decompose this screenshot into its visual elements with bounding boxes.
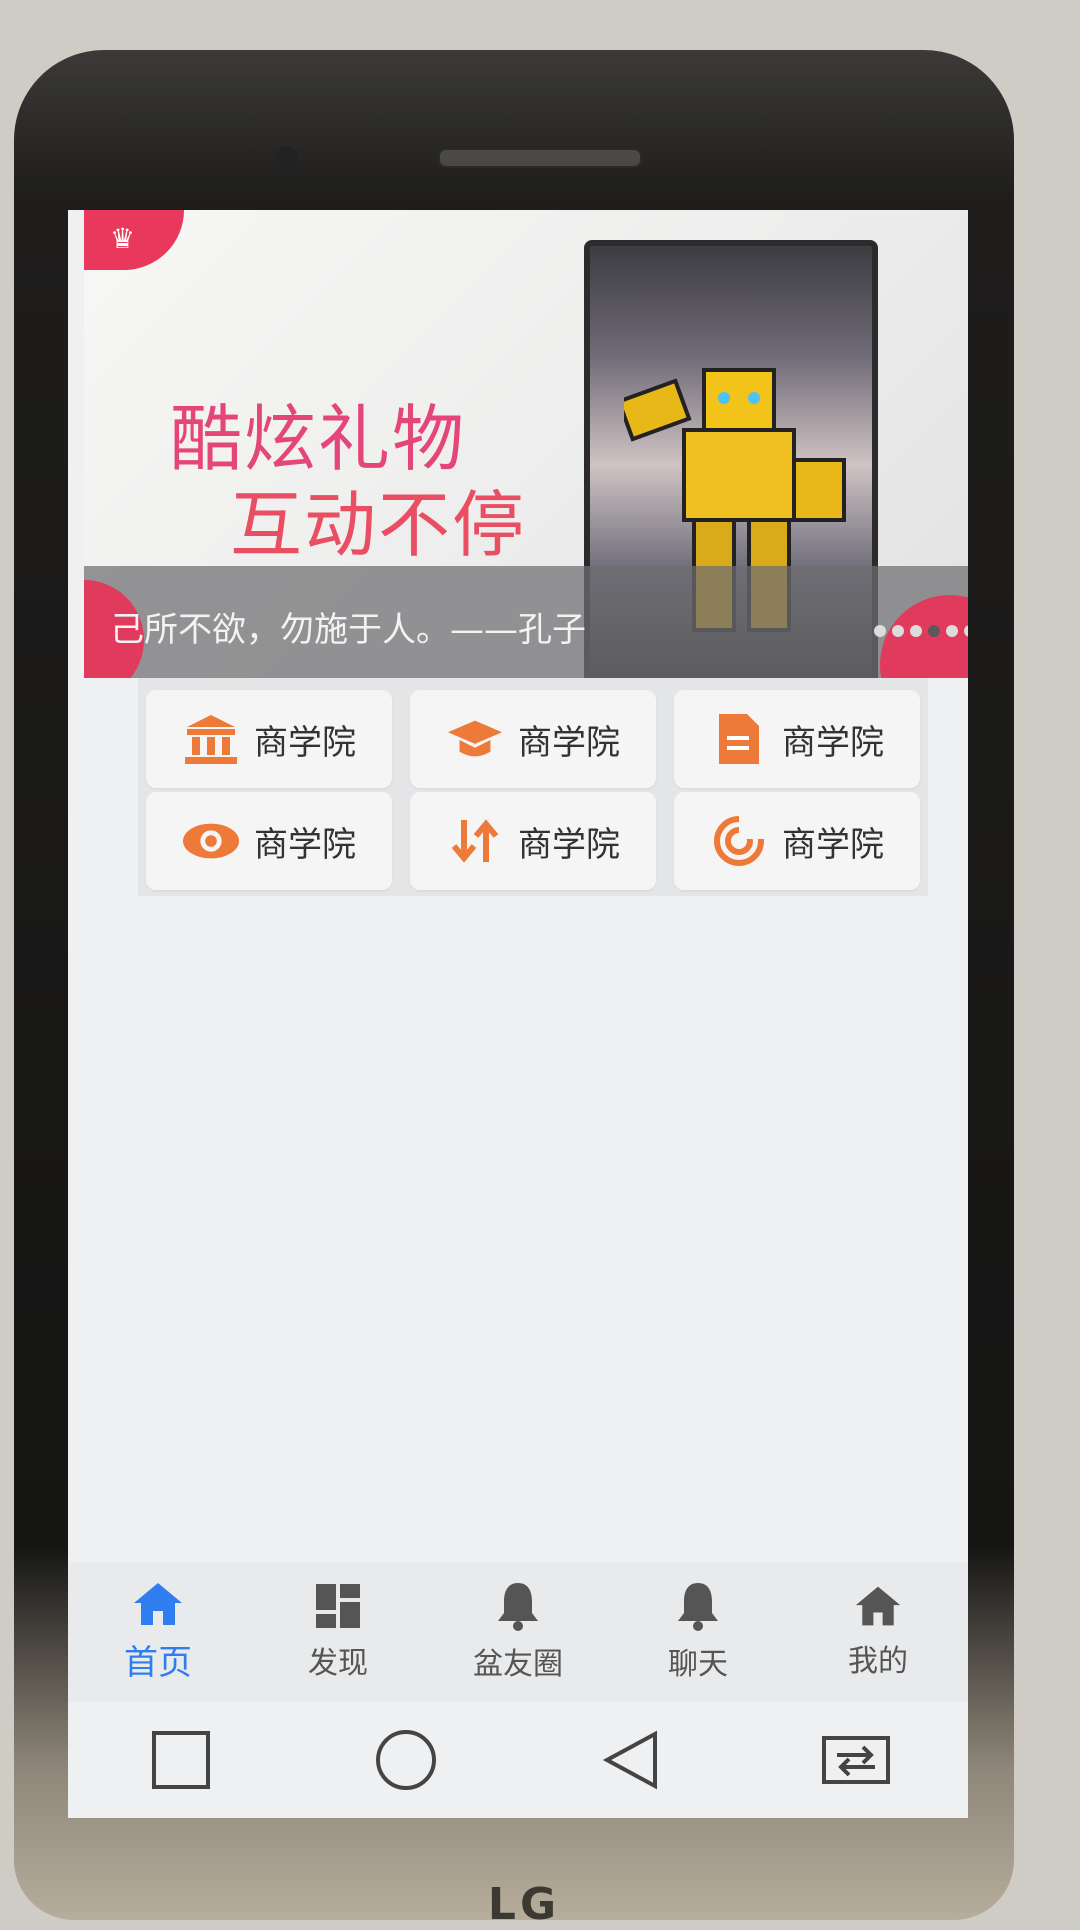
home-icon [855,1586,901,1626]
back-button[interactable] [591,1720,671,1800]
tab-label: 发现 [308,1646,368,1681]
bell-icon [498,1583,538,1631]
grid-item-label: 商学院 [254,824,356,865]
carousel-dot[interactable] [964,625,968,637]
grid-item-label: 商学院 [518,824,620,865]
grid-item-label: 商学院 [782,824,884,865]
carousel-dot[interactable] [874,625,886,637]
tab-discover[interactable]: 发现 [263,1572,413,1692]
app-screen: ♛ 酷炫礼物 互动不停 己所不欲，勿施于人。——孔子 商学院 商学院 商学院 商… [68,210,968,1818]
tab-mine[interactable]: 我的 [803,1572,953,1692]
back-triangle-icon [602,1730,657,1790]
tab-label: 盆友圈 [473,1647,563,1682]
front-camera [276,146,298,168]
tab-friends-circle[interactable]: 盆友圈 [443,1572,593,1692]
device-logo: LG [487,1879,561,1930]
crown-badge: ♛ [84,210,184,270]
document-icon [710,710,768,768]
carousel-dot-active[interactable] [928,625,940,637]
carousel-dot[interactable] [892,625,904,637]
system-navigation-bar [68,1702,968,1818]
grid-item-business-school-6[interactable]: 商学院 [674,792,920,890]
carousel-dot[interactable] [910,625,922,637]
grid-item-label: 商学院 [518,722,620,763]
dual-window-button[interactable] [816,1720,896,1800]
grid-item-label: 商学院 [782,722,884,763]
crown-icon: ♛ [110,222,136,255]
home-icon [134,1582,182,1625]
grid-item-business-school-1[interactable]: 商学院 [146,690,392,788]
tab-label: 聊天 [668,1647,728,1682]
banner-headline-line2: 互动不停 [230,483,527,567]
carousel-dot[interactable] [946,625,958,637]
recents-button[interactable] [141,1720,221,1800]
target-swirl-icon [710,812,768,870]
dual-window-icon [821,1736,890,1784]
grid-item-business-school-4[interactable]: 商学院 [146,792,392,890]
feature-grid: 商学院 商学院 商学院 商学院 商学院 商学院 [138,678,928,896]
grid-item-business-school-2[interactable]: 商学院 [410,690,656,788]
earpiece-speaker [438,148,642,168]
graduation-cap-icon [446,710,504,768]
home-button[interactable] [366,1720,446,1800]
banner-carousel[interactable]: ♛ 酷炫礼物 互动不停 己所不欲，勿施于人。——孔子 [84,210,968,678]
bank-icon [182,710,240,768]
phone-frame: LG ♛ 酷炫礼物 互动不停 己所不欲，勿施于人。——孔子 商学院 商学院 商学… [14,50,1014,1930]
recents-square-icon [151,1731,210,1789]
tab-label: 首页 [124,1642,192,1683]
eye-icon [182,812,240,870]
bell-icon [678,1583,718,1631]
tab-label: 我的 [848,1644,908,1679]
dashboard-icon [316,1584,360,1628]
grid-item-business-school-3[interactable]: 商学院 [674,690,920,788]
tab-home[interactable]: 首页 [83,1572,233,1692]
grid-item-label: 商学院 [254,722,356,763]
bottom-tab-bar: 首页 发现 盆友圈 聊天 我的 [68,1562,968,1702]
banner-caption: 己所不欲，勿施于人。——孔子 [110,610,586,650]
home-circle-icon [375,1730,436,1790]
tab-chat[interactable]: 聊天 [623,1572,773,1692]
swap-arrows-icon [446,812,504,870]
carousel-indicator [874,625,968,637]
grid-item-business-school-5[interactable]: 商学院 [410,792,656,890]
